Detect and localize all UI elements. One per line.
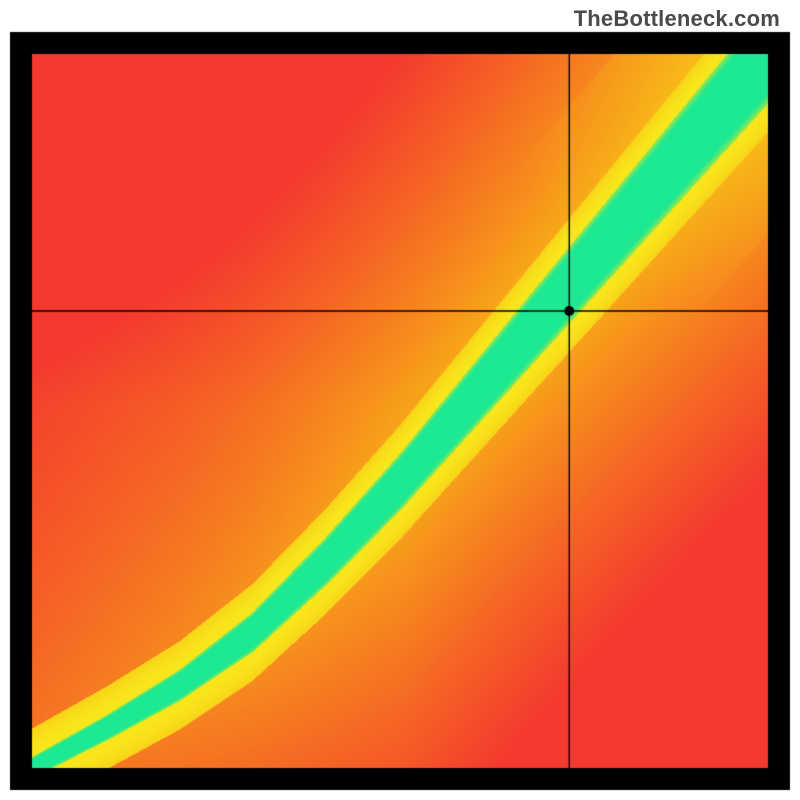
watermark-text: TheBottleneck.com bbox=[574, 6, 780, 32]
chart-container: TheBottleneck.com bbox=[0, 0, 800, 800]
heatmap-canvas bbox=[0, 0, 800, 800]
